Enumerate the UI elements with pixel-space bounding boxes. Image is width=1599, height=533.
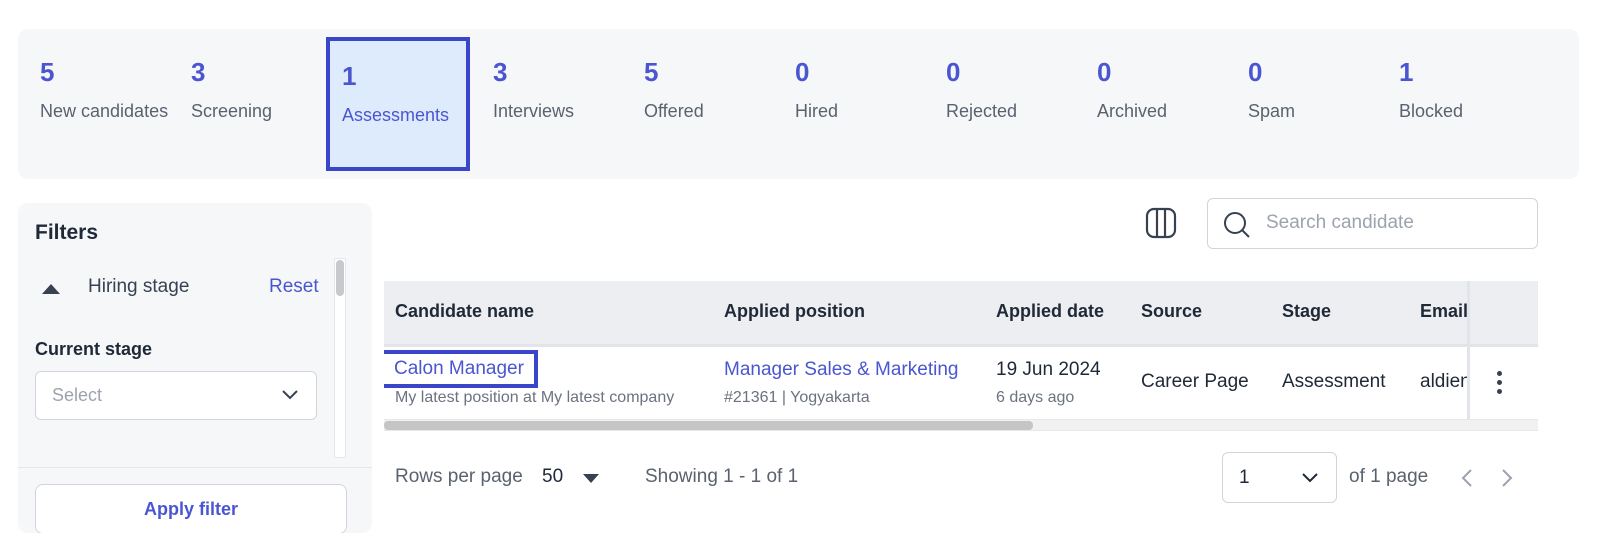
more-options-icon[interactable] [1497,371,1503,398]
scrollbar-thumb[interactable] [336,260,344,296]
stage-count: 5 [40,57,55,87]
column-header-applied-date[interactable]: Applied date [996,301,1104,322]
chevron-left-icon[interactable] [1461,469,1473,487]
stage-count: 3 [191,57,206,87]
collapse-caret-icon[interactable] [42,284,60,294]
stage-count: 1 [1399,57,1414,87]
table-horizontal-scrollbar[interactable] [384,419,1538,431]
search-icon [1224,212,1250,238]
stage-count: 5 [644,57,659,87]
stage-count: 0 [795,57,810,87]
apply-filter-button[interactable]: Apply filter [35,484,347,533]
position-subtitle: #21361 | Yogyakarta [724,389,870,406]
filters-title: Filters [35,221,99,244]
hiring-stage-label: Hiring stage [88,276,190,297]
chevron-down-icon [282,390,298,400]
stage-count: 0 [946,57,961,87]
stage-rejected[interactable]: 0 Rejected [924,29,1074,179]
rows-per-page-select[interactable]: 50 [542,466,563,488]
scrollbar-thumb[interactable] [384,421,1033,430]
candidates-table: Candidate name Applied position Applied … [384,281,1538,433]
current-page: 1 [1239,467,1250,488]
column-header-stage[interactable]: Stage [1282,301,1331,322]
stage-screening[interactable]: 3 Screening [169,29,319,179]
stage-count: 1 [342,61,357,91]
select-placeholder: Select [52,385,103,405]
stage-label: Rejected [946,101,1018,121]
stage-cell: Assessment [1282,371,1386,392]
row-actions-column [1467,281,1538,421]
stage-label: Spam [1248,101,1296,121]
page-select[interactable]: 1 [1222,452,1337,503]
caret-down-icon[interactable] [583,474,599,483]
stage-archived[interactable]: 0 Archived [1075,29,1225,179]
column-header-candidate-name[interactable]: Candidate name [395,301,534,322]
divider [18,467,372,468]
current-stage-label: Current stage [35,339,153,359]
candidate-subtitle: My latest position at My latest company [395,389,675,406]
candidate-name-highlight[interactable]: Calon Manager [384,350,538,388]
stage-spam[interactable]: 0 Spam [1226,29,1376,179]
stage-count: 3 [493,57,508,87]
showing-count: Showing 1 - 1 of 1 [645,466,799,487]
stage-assessments[interactable]: 1 Assessments [326,37,470,171]
stage-label: Screening [191,101,273,121]
columns-icon [1145,207,1177,239]
filters-panel: Filters Hiring stage Reset Current stage… [18,203,372,533]
reset-link[interactable]: Reset [269,276,319,298]
stage-summary-bar: 5 New candidates 3 Screening 1 Assessmen… [18,29,1579,179]
source-cell: Career Page [1141,371,1249,392]
stage-new-candidates[interactable]: 5 New candidates [18,29,168,179]
stage-count: 0 [1097,57,1112,87]
actions-header [1470,281,1538,347]
chevron-down-icon [1302,473,1318,483]
current-stage-select[interactable]: Select [35,371,317,420]
column-header-email[interactable]: Email [1420,301,1468,322]
columns-toggle-button[interactable] [1145,207,1177,244]
stage-blocked[interactable]: 1 Blocked [1377,29,1527,179]
stage-label: Blocked [1399,101,1464,121]
stage-count: 0 [1248,57,1263,87]
stage-label: Assessments [342,105,450,125]
table-header: Candidate name Applied position Applied … [384,281,1538,347]
chevron-right-icon[interactable] [1501,469,1513,487]
stage-offered[interactable]: 5 Offered [622,29,772,179]
stage-label: Offered [644,101,704,121]
page-count: of 1 page [1349,466,1429,487]
applied-position-link[interactable]: Manager Sales & Marketing [724,359,958,381]
applied-date: 19 Jun 2024 [996,359,1101,380]
stage-label: Hired [795,101,839,121]
column-header-source[interactable]: Source [1141,301,1202,322]
stage-label: Archived [1097,101,1168,121]
stage-interviews[interactable]: 3 Interviews [471,29,621,179]
filters-scrollbar[interactable] [334,258,346,458]
search-box[interactable] [1207,198,1538,249]
candidate-name-link[interactable]: Calon Manager [394,358,524,379]
applied-date-relative: 6 days ago [996,389,1075,406]
rows-per-page-label: Rows per page [395,466,523,487]
stage-label: Interviews [493,101,575,121]
email-cell: aldien [1420,371,1471,392]
stage-hired[interactable]: 0 Hired [773,29,923,179]
table-row[interactable]: Calon Manager My latest position at My l… [384,347,1538,419]
column-header-applied-position[interactable]: Applied position [724,301,865,322]
stage-label: New candidates [40,101,169,121]
search-input[interactable] [1264,211,1528,235]
